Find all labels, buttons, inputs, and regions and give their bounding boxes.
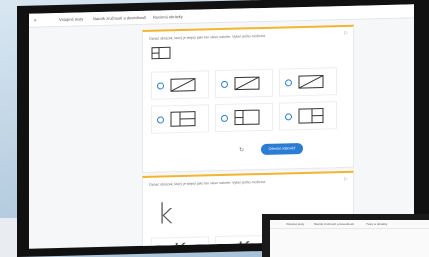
laptop: Vstupné testy Nácvik zručností a dovedno… <box>262 214 429 257</box>
option-glyph: K <box>238 238 250 248</box>
nav-item-shapes[interactable]: Rovinná obrázky <box>153 14 183 20</box>
radio-button[interactable] <box>221 246 228 249</box>
submit-button[interactable]: Odeslat odpověď <box>261 143 303 156</box>
nav-item-skills[interactable]: Nácvik zručností a dovedností <box>93 15 146 21</box>
screen: ≡ Vstupné testy Nácvik zručností a doved… <box>29 4 414 249</box>
radio-button[interactable] <box>221 80 228 89</box>
option-4[interactable] <box>151 104 209 134</box>
option-6[interactable] <box>279 101 337 131</box>
sample-glyph: k <box>157 197 174 231</box>
radio-button[interactable] <box>221 114 228 123</box>
question-prompt: Označ obrázek, který je stejný jako ten … <box>149 179 266 187</box>
radio-button[interactable] <box>285 113 292 121</box>
option-shape <box>298 108 324 124</box>
nav-item-tests[interactable]: Vstupné testy <box>286 222 304 226</box>
option-2[interactable] <box>215 68 273 99</box>
nav-item-tests[interactable]: Vstupné testy <box>59 16 83 22</box>
flag-icon[interactable]: ⚐ <box>344 31 348 37</box>
reset-icon[interactable]: ↻ <box>239 146 244 153</box>
radio-button[interactable] <box>157 116 164 124</box>
nav-item-skills[interactable]: Nácvik zručností a dovedností <box>314 222 354 226</box>
option-shape <box>234 109 260 126</box>
laptop-screen: Vstupné testy Nácvik zručností a dovedno… <box>270 220 429 257</box>
sample-shape <box>151 46 171 60</box>
option-glyph: K <box>174 240 186 249</box>
option-1[interactable] <box>151 70 209 100</box>
option-shape <box>234 76 260 91</box>
option-shape <box>170 111 196 127</box>
option-shape <box>170 78 196 92</box>
option-shape <box>298 75 324 89</box>
flag-icon[interactable]: ⚐ <box>344 177 348 183</box>
laptop-top-nav: Vstupné testy Nácvik zručností a dovedno… <box>270 220 429 229</box>
radio-button[interactable] <box>157 82 164 90</box>
question-prompt: Označ obrázek, který je stejný jako ten … <box>149 33 266 41</box>
logo[interactable]: ≡ <box>34 18 36 23</box>
option-3[interactable] <box>279 67 337 97</box>
top-nav: ≡ Vstupné testy Nácvik zručností a doved… <box>29 4 414 28</box>
question-card-1: Označ obrázek, který je stejný jako ten … <box>142 24 354 173</box>
option-5[interactable] <box>215 102 273 133</box>
option-1[interactable]: K <box>151 236 209 249</box>
radio-button[interactable] <box>285 79 292 87</box>
nav-item-shapes[interactable]: Tvary a obrázky <box>366 222 387 226</box>
